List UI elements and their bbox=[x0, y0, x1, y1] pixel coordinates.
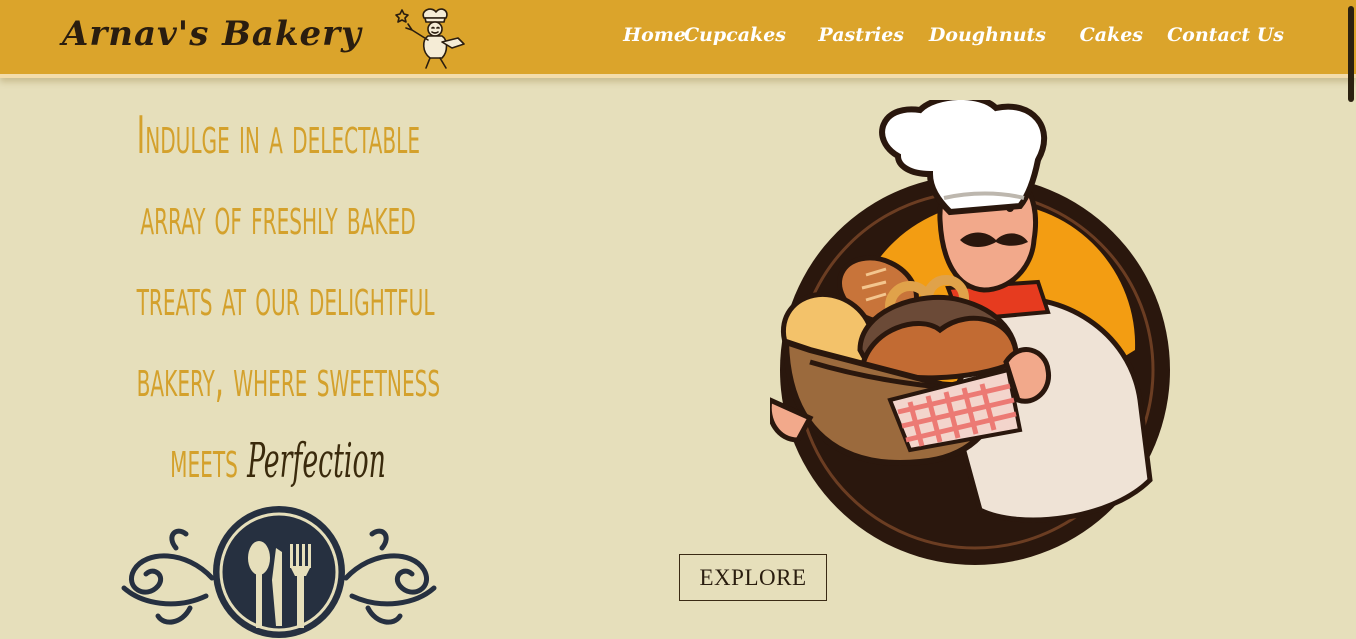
page-scrollbar[interactable] bbox=[1346, 0, 1356, 639]
hero-headline: Indulge in a delectable array of freshly… bbox=[50, 96, 506, 502]
scroll-thumb[interactable] bbox=[1348, 6, 1354, 102]
explore-button[interactable]: EXPLORE bbox=[679, 554, 827, 601]
nav-contact-us[interactable]: Contact Us bbox=[1167, 24, 1284, 46]
hero-line-1: Indulge in a delectable bbox=[136, 106, 421, 166]
hero-accent-word: Perfection bbox=[247, 433, 386, 489]
nav-home[interactable]: Home bbox=[623, 24, 686, 46]
hero-line-3: treats at our delightful bbox=[136, 268, 435, 328]
site-header: Arnav's Bakery Home Cupcakes Pastries Do… bbox=[0, 0, 1356, 78]
nav-cupcakes[interactable]: Cupcakes bbox=[684, 24, 786, 46]
hero-last-line-prefix: meets bbox=[170, 430, 238, 490]
brand-name[interactable]: Arnav's Bakery bbox=[62, 14, 362, 54]
hero-line-2: array of freshly baked bbox=[140, 187, 416, 247]
nav-pastries[interactable]: Pastries bbox=[818, 24, 904, 46]
hero-line-5: meets Perfection bbox=[137, 420, 420, 502]
cutlery-emblem-icon bbox=[121, 506, 437, 638]
chef-with-bread-basket-illustration bbox=[770, 100, 1170, 565]
chef-mascot-icon[interactable] bbox=[392, 4, 468, 70]
nav-doughnuts[interactable]: Doughnuts bbox=[929, 24, 1046, 46]
nav-cakes[interactable]: Cakes bbox=[1080, 24, 1143, 46]
hero-line-4: bakery, where sweetness bbox=[136, 349, 441, 409]
